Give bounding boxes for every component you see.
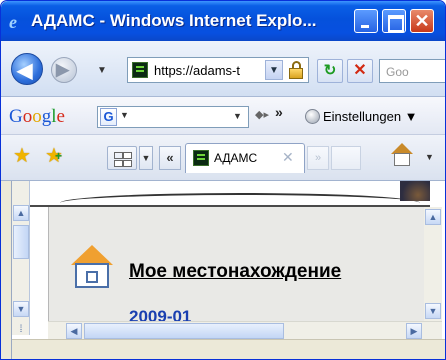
tab-list-dropdown[interactable]: ▼ [139, 146, 153, 170]
page-content: ▲ ▼ Мое местонахождение 2009-01 ▲ ▼ ⁞ ◀ … [11, 181, 445, 359]
navigation-bar: ◀ ▶ ▼ https://adams-t ▼ ↻ ✕ Goo [1, 41, 445, 97]
ie-icon: e [9, 12, 17, 32]
scroll-up-button[interactable]: ▲ [13, 205, 29, 221]
header-image [400, 181, 430, 201]
close-icon: ✕ [414, 11, 430, 31]
scroll-right-button[interactable]: ▶ [406, 323, 422, 339]
search-input[interactable]: Goo [379, 59, 445, 83]
add-favorite-icon[interactable]: ★ [45, 143, 63, 168]
new-tab-button[interactable] [331, 146, 361, 170]
address-url[interactable]: https://adams-t [154, 63, 266, 78]
scroll-thumb[interactable] [13, 225, 29, 259]
horizontal-scroll-thumb[interactable] [84, 323, 284, 339]
google-search-dropdown-icon[interactable]: ▼ [233, 111, 242, 121]
left-frame-scrollbar[interactable]: ▲ ▼ [12, 181, 30, 335]
tab-scroll-left-button[interactable]: « [159, 146, 181, 170]
google-search-input[interactable]: G ▼ ▼ [97, 106, 249, 128]
settings-menu[interactable]: Einstellungen ▼ [323, 109, 418, 124]
refresh-icon: ↻ [323, 62, 337, 79]
tab-close-icon[interactable]: ✕ [282, 149, 294, 166]
location-date: 2009-01 [129, 307, 192, 321]
house-icon [71, 245, 113, 289]
scroll-left-button[interactable]: ◀ [66, 323, 82, 339]
back-arrow-icon: ◀ [17, 60, 33, 82]
location-panel: Мое местонахождение 2009-01 [48, 207, 424, 321]
panel-scroll-down-button[interactable]: ▼ [425, 303, 441, 319]
tab-bar: ★ ★ ▼ « АДАМС ✕ » ▼ [1, 135, 445, 181]
forward-button[interactable]: ▶ [51, 57, 77, 83]
close-button[interactable]: ✕ [410, 9, 434, 33]
minimize-button[interactable] [354, 9, 378, 33]
address-dropdown-button[interactable]: ▼ [265, 60, 283, 80]
scroll-down-button[interactable]: ▼ [13, 301, 29, 317]
google-g-icon[interactable]: G [100, 108, 117, 126]
title-bar[interactable]: e АДАМС - Windows Internet Explo... ✕ [1, 1, 445, 41]
lock-icon[interactable] [288, 61, 304, 79]
settings-label: Einstellungen [323, 109, 402, 124]
my-location-link[interactable]: Мое местонахождение [129, 261, 424, 283]
back-button[interactable]: ◀ [11, 53, 43, 85]
stop-icon: ✕ [353, 62, 367, 79]
search-placeholder: Goo [386, 65, 409, 79]
maximize-icon [383, 10, 405, 32]
browser-window: e АДАМС - Windows Internet Explo... ✕ ◀ … [0, 0, 446, 360]
tab-favicon-icon [193, 150, 209, 166]
home-dropdown-icon[interactable]: ▼ [425, 152, 434, 162]
history-dropdown-icon[interactable]: ▼ [97, 65, 107, 76]
minimize-icon [355, 10, 377, 32]
refresh-button[interactable]: ↻ [317, 59, 343, 83]
forward-arrow-icon: ▶ [56, 60, 70, 79]
page-header-banner [30, 181, 430, 207]
address-field[interactable]: https://adams-t ▼ [127, 57, 309, 83]
quick-tabs-button[interactable] [107, 146, 137, 170]
tab-adams[interactable]: АДАМС ✕ [185, 143, 305, 173]
google-logo: Google [9, 106, 65, 127]
panel-horizontal-scrollbar[interactable]: ◀ ▶ [48, 321, 442, 339]
google-more-icon[interactable]: ◆▸ [255, 108, 269, 121]
frame-splitter-icon[interactable]: ⁞ [12, 321, 30, 339]
panel-vertical-scrollbar[interactable]: ▲ ▼ [424, 207, 442, 321]
window-title: АДАМС - Windows Internet Explo... [31, 11, 317, 30]
maximize-button[interactable] [382, 9, 406, 33]
toolbar-more-button[interactable]: » [275, 104, 283, 120]
status-strip [12, 339, 445, 359]
site-favicon-icon [132, 62, 148, 78]
favorites-star-icon[interactable]: ★ [13, 143, 31, 168]
tab-title: АДАМС [214, 151, 258, 165]
settings-icon[interactable] [305, 109, 320, 124]
google-engine-dropdown-icon[interactable]: ▼ [120, 110, 129, 120]
google-toolbar: Google G ▼ ▼ ◆▸ » Einstellungen ▼ [1, 97, 445, 135]
stop-button[interactable]: ✕ [347, 59, 373, 83]
tab-scroll-right-button[interactable]: » [307, 146, 329, 170]
header-decoration [60, 193, 420, 205]
panel-scroll-up-button[interactable]: ▲ [425, 209, 441, 225]
home-button[interactable] [389, 143, 417, 171]
